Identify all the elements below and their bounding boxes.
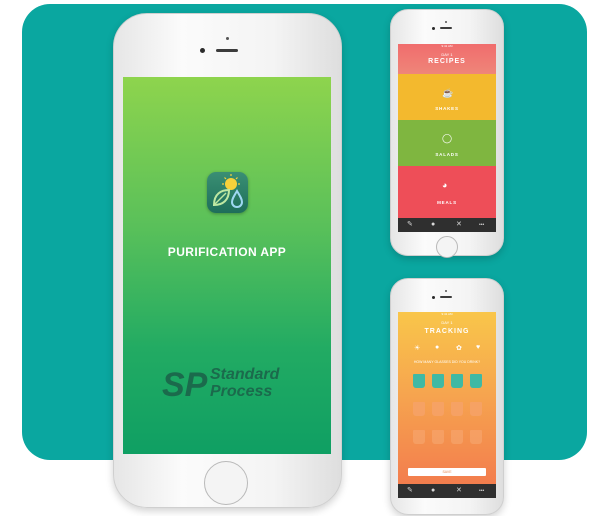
tracker-icon-row: ☀ ● ✿ ♥ <box>398 344 496 354</box>
drop-icon[interactable]: ● <box>431 221 435 229</box>
fork-icon[interactable]: ✕ <box>456 487 462 495</box>
water-glass[interactable] <box>432 374 444 388</box>
water-glass[interactable] <box>470 402 482 416</box>
fork-icon[interactable]: ✕ <box>456 221 462 229</box>
phone-sensor <box>445 290 447 292</box>
water-glass[interactable] <box>413 402 425 416</box>
pencil-icon[interactable]: ✎ <box>407 221 413 229</box>
sun-leaf-droplet-icon <box>207 172 248 213</box>
water-glass[interactable] <box>413 374 425 388</box>
tab-bar: ✎ ● ✕ ••• <box>398 484 496 498</box>
recipes-title: RECIPES <box>428 58 466 65</box>
recipes-header: 9:41 AM DAY 1 RECIPES <box>398 44 496 74</box>
category-salads[interactable]: ◯ SALADS <box>398 120 496 166</box>
pencil-icon[interactable]: ✎ <box>407 487 413 495</box>
home-button[interactable] <box>204 461 248 505</box>
category-meals[interactable]: ◕ MEALS <box>398 166 496 218</box>
leaf-icon[interactable]: ✿ <box>456 344 462 352</box>
main-phone: PURIFICATION APP SP Standard Process <box>113 13 342 508</box>
plate-icon: ◕ <box>442 180 448 190</box>
tracker-question: HOW MANY GLASSES DID YOU DRINK? <box>413 360 481 364</box>
bowl-icon: ◯ <box>442 133 453 143</box>
water-glass[interactable] <box>451 374 463 388</box>
phone-speaker <box>440 296 452 298</box>
water-glass[interactable] <box>413 430 425 444</box>
tab-bar: ✎ ● ✕ ••• <box>398 218 496 232</box>
day-label: DAY 1 <box>441 52 453 57</box>
water-glass[interactable] <box>432 430 444 444</box>
recipes-screen: 9:41 AM DAY 1 RECIPES ☕ SHAKES ◯ SALADS … <box>398 44 496 232</box>
category-label: SHAKES <box>435 106 459 111</box>
app-title: PURIFICATION APP <box>167 245 287 259</box>
tracker-phone: 9:41 AM DAY 1 TRACKING ☀ ● ✿ ♥ HOW MANY … <box>390 278 504 515</box>
phone-camera <box>432 27 435 30</box>
water-glass[interactable] <box>451 402 463 416</box>
phone-speaker <box>440 27 452 29</box>
drop-icon[interactable]: ● <box>435 344 439 351</box>
brand-line-2: Process <box>210 383 272 400</box>
tracker-title: TRACKING <box>424 328 470 335</box>
status-bar: 9:41 AM <box>441 44 453 48</box>
phone-camera <box>200 48 205 53</box>
category-shakes[interactable]: ☕ SHAKES <box>398 74 496 120</box>
heart-icon[interactable]: ♥ <box>476 344 480 351</box>
water-glass[interactable] <box>451 430 463 444</box>
category-label: SALADS <box>435 152 459 157</box>
water-glass[interactable] <box>432 402 444 416</box>
more-icon[interactable]: ••• <box>479 487 484 495</box>
tracker-screen: 9:41 AM DAY 1 TRACKING ☀ ● ✿ ♥ HOW MANY … <box>398 312 496 498</box>
sun-icon[interactable]: ☀ <box>414 344 420 352</box>
recipes-phone: 9:41 AM DAY 1 RECIPES ☕ SHAKES ◯ SALADS … <box>390 9 504 258</box>
splash-screen: PURIFICATION APP SP Standard Process <box>123 77 331 454</box>
phone-camera <box>432 296 435 299</box>
category-label: MEALS <box>437 200 457 205</box>
phone-sensor <box>226 37 229 40</box>
home-button[interactable] <box>436 236 458 258</box>
status-bar: 9:41 AM <box>441 312 453 316</box>
save-button[interactable]: SAVE <box>408 468 486 476</box>
cup-icon: ☕ <box>442 88 454 98</box>
drop-icon[interactable]: ● <box>431 487 435 495</box>
more-icon[interactable]: ••• <box>479 221 484 229</box>
brand-line-1: Standard <box>210 366 281 383</box>
standard-process-logo: SP Standard Process <box>162 362 302 404</box>
water-glass[interactable] <box>470 374 482 388</box>
phone-sensor <box>445 21 447 23</box>
day-label: DAY 1 <box>441 320 453 325</box>
svg-text:SP: SP <box>162 366 208 402</box>
phone-speaker <box>216 49 238 52</box>
water-glass[interactable] <box>470 430 482 444</box>
